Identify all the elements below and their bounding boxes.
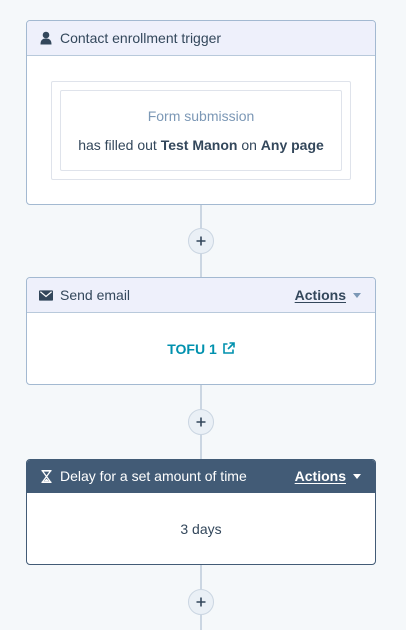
trigger-filter-inner: Form submission has filled out Test Mano… — [60, 89, 342, 171]
workflow-canvas: Contact enrollment trigger Form submissi… — [0, 0, 406, 630]
delay-actions-dropdown[interactable]: Actions — [295, 468, 361, 484]
send-email-card-body: TOFU 1 — [27, 313, 375, 384]
actions-label: Actions — [294, 468, 346, 484]
trigger-type-label: Form submission — [147, 107, 255, 124]
delay-card-header: Delay for a set amount of time Actions — [27, 460, 375, 493]
delay-card-body: 3 days — [27, 493, 375, 564]
delay-value: 3 days — [180, 520, 222, 537]
email-link[interactable]: TOFU 1 — [167, 341, 235, 357]
trigger-connector-word: on — [241, 136, 257, 153]
delay-card-title: Delay for a set amount of time — [60, 468, 247, 484]
trigger-filter-box[interactable]: Form submission has filled out Test Mano… — [51, 80, 351, 180]
add-action-button[interactable] — [188, 228, 214, 254]
add-action-button[interactable] — [188, 589, 214, 615]
enrollment-trigger-card[interactable]: Contact enrollment trigger Form submissi… — [26, 20, 376, 205]
trigger-card-header: Contact enrollment trigger — [27, 21, 375, 56]
send-email-card-header: Send email Actions — [27, 278, 375, 313]
send-email-actions-dropdown[interactable]: Actions — [295, 287, 361, 303]
trigger-form-name: Test Manon — [160, 136, 238, 153]
add-action-button[interactable] — [188, 409, 214, 435]
trigger-page: Any page — [260, 136, 324, 153]
actions-label: Actions — [294, 287, 346, 303]
trigger-card-title: Contact enrollment trigger — [60, 30, 222, 46]
plus-icon — [196, 597, 206, 607]
chevron-down-icon — [353, 292, 361, 298]
envelope-icon — [39, 288, 53, 302]
contact-person-icon — [39, 31, 53, 45]
email-name: TOFU 1 — [167, 340, 217, 357]
trigger-prefix: has filled out — [78, 136, 157, 153]
send-email-title: Send email — [60, 287, 131, 303]
hourglass-icon — [39, 469, 53, 483]
plus-icon — [196, 417, 206, 427]
trigger-card-body: Form submission has filled out Test Mano… — [27, 56, 375, 204]
plus-icon — [196, 236, 206, 246]
chevron-down-icon — [353, 473, 361, 479]
delay-card[interactable]: Delay for a set amount of time Actions 3… — [26, 459, 376, 565]
external-link-icon — [222, 342, 235, 355]
trigger-description: has filled out Test Manon on Any page — [78, 137, 324, 153]
send-email-card[interactable]: Send email Actions TOFU 1 — [26, 277, 376, 385]
